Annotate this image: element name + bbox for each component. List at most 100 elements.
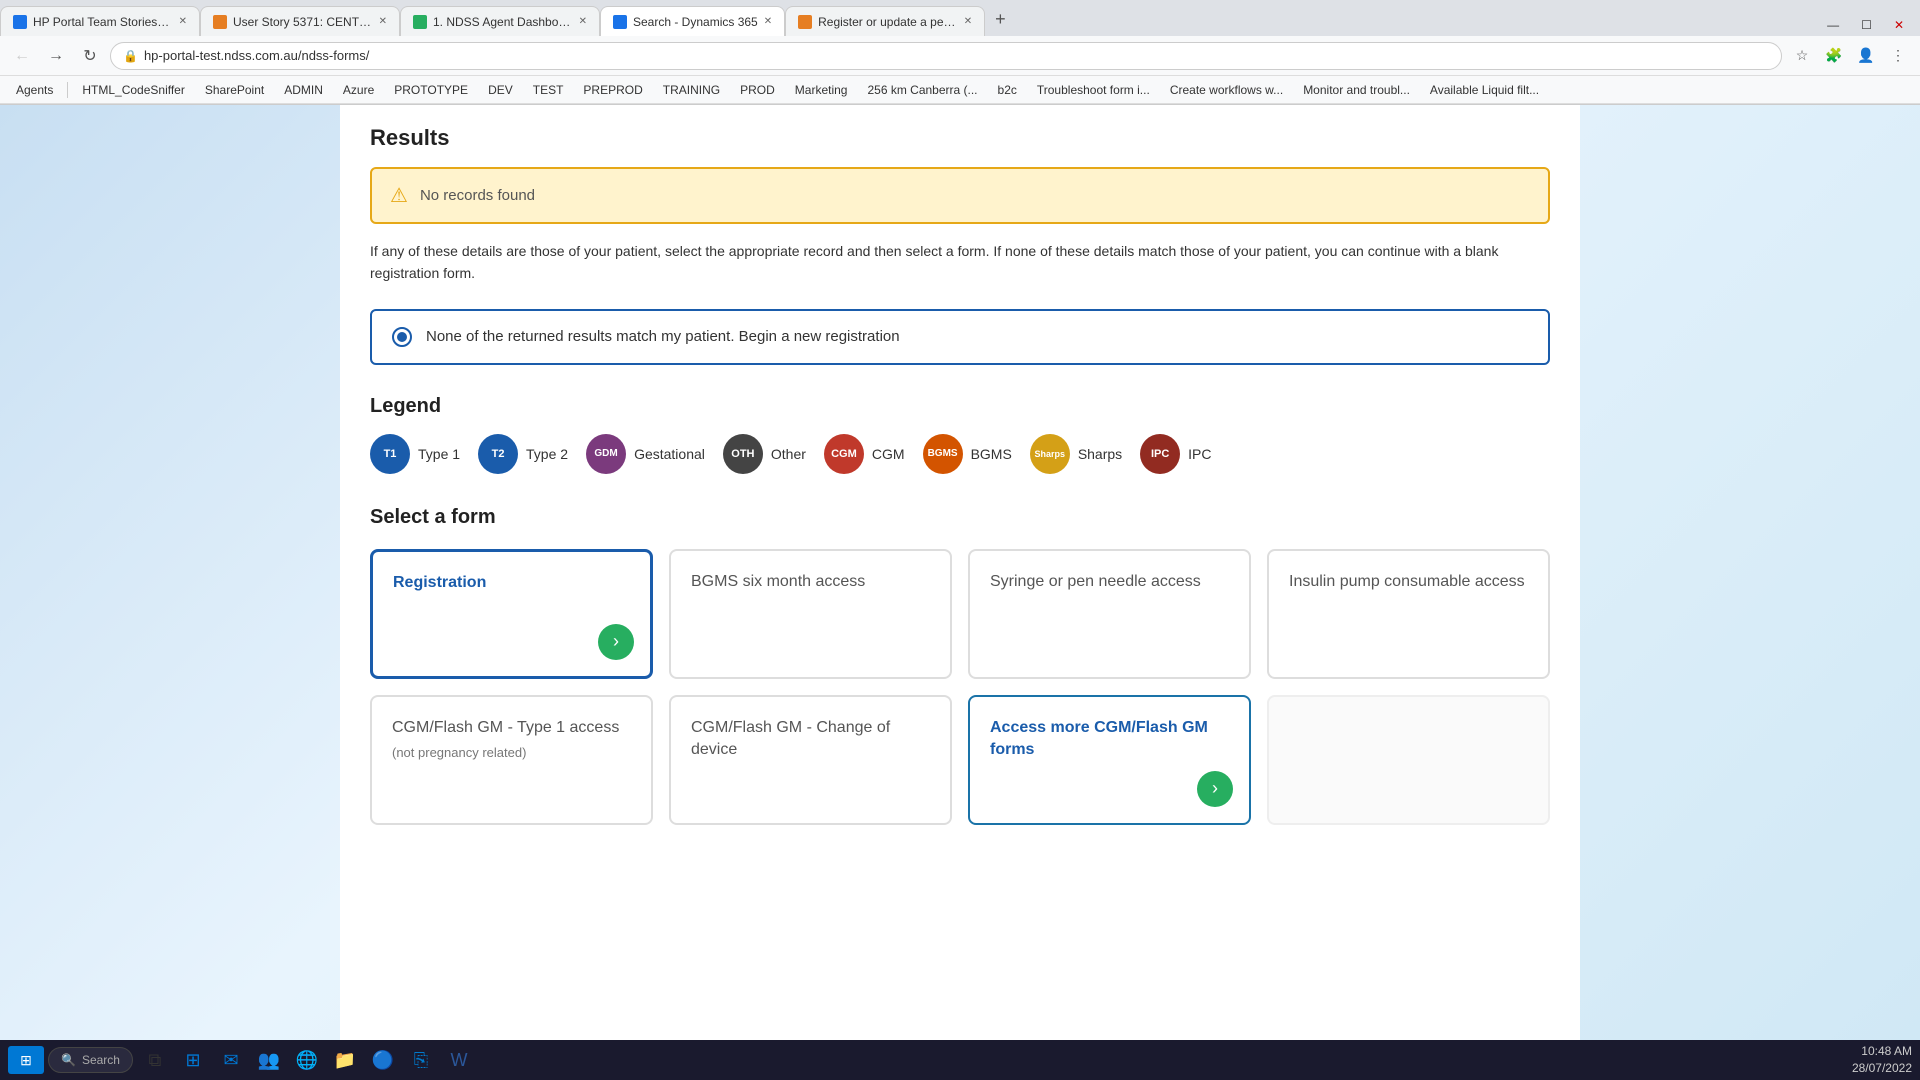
tab-close-3[interactable]: ✕ [579, 16, 587, 27]
taskbar-app-windows[interactable]: ⊞ [175, 1042, 211, 1078]
reload-button[interactable]: ↻ [76, 42, 104, 70]
tab-close-4[interactable]: ✕ [764, 16, 772, 27]
bookmark-troubleshoot[interactable]: Troubleshoot form i... [1029, 81, 1158, 99]
teams-icon: 👥 [258, 1050, 280, 1071]
form-card-insulin[interactable]: Insulin pump consumable access [1267, 549, 1550, 679]
tab-label-3: 1. NDSS Agent Dashboard - Dyn... [433, 15, 573, 29]
taskbar-app-vscode[interactable]: ⎘ [403, 1042, 439, 1078]
taskbar-app-task-view[interactable]: ⧉ [137, 1042, 173, 1078]
form-card-cgm-type1[interactable]: CGM/Flash GM - Type 1 access (not pregna… [370, 695, 653, 825]
start-button[interactable]: ⊞ [8, 1046, 44, 1074]
task-view-icon: ⧉ [149, 1050, 162, 1071]
bookmark-256km[interactable]: 256 km Canberra (... [859, 81, 985, 99]
taskbar-apps: ⧉ ⊞ ✉ 👥 🌐 📁 🔵 ⎘ W [137, 1042, 477, 1078]
explorer-icon: 📁 [334, 1050, 356, 1071]
bookmark-star-button[interactable]: ☆ [1788, 42, 1816, 70]
bookmark-sharepoint[interactable]: SharePoint [197, 81, 272, 99]
form-cards-grid: Registration › BGMS six month access Syr… [370, 549, 1550, 679]
taskbar-app-outlook[interactable]: ✉ [213, 1042, 249, 1078]
bookmark-b2c[interactable]: b2c [990, 81, 1025, 99]
browser-toolbar: ← → ↻ 🔒 hp-portal-test.ndss.com.au/ndss-… [0, 36, 1920, 76]
maximize-button[interactable]: ☐ [1853, 14, 1880, 36]
form-card-registration[interactable]: Registration › [370, 549, 653, 679]
legend-label-ipc: IPC [1188, 446, 1211, 462]
legend-items: T1 Type 1 T2 Type 2 GDM Gestational OTH [370, 434, 1550, 474]
bookmark-admin[interactable]: ADMIN [276, 81, 331, 99]
bookmark-prototype[interactable]: PROTOTYPE [386, 81, 476, 99]
form-card-bgms[interactable]: BGMS six month access [669, 549, 952, 679]
warning-icon: ⚠ [390, 183, 408, 208]
bookmark-liquid[interactable]: Available Liquid filt... [1422, 81, 1547, 99]
tab-close-1[interactable]: ✕ [179, 16, 187, 27]
bookmark-marketing[interactable]: Marketing [787, 81, 856, 99]
taskbar-clock[interactable]: 10:48 AM 28/07/2022 [1852, 1043, 1912, 1077]
close-button[interactable]: ✕ [1886, 14, 1912, 36]
word-icon: W [450, 1050, 467, 1071]
taskbar-app-chrome[interactable]: 🔵 [365, 1042, 401, 1078]
bookmark-training[interactable]: TRAINING [655, 81, 728, 99]
tab-close-5[interactable]: ✕ [964, 16, 972, 27]
legend-item-other: OTH Other [723, 434, 806, 474]
minimize-button[interactable]: — [1819, 14, 1847, 36]
taskbar-app-explorer[interactable]: 📁 [327, 1042, 363, 1078]
tab-close-2[interactable]: ✕ [379, 16, 387, 27]
page-content: Results ⚠ No records found If any of the… [340, 105, 1580, 1055]
taskbar-right: 10:48 AM 28/07/2022 [1852, 1043, 1912, 1077]
tab-favicon-3 [413, 15, 427, 29]
bookmarks-bar: Agents HTML_CodeSniffer SharePoint ADMIN… [0, 76, 1920, 104]
legend-code-ipc: IPC [1151, 448, 1169, 460]
bookmark-preprod[interactable]: PREPROD [575, 81, 650, 99]
tab-ndss-dashboard[interactable]: 1. NDSS Agent Dashboard - Dyn... ✕ [400, 6, 600, 36]
legend-label-type2: Type 2 [526, 446, 568, 462]
bookmark-agents[interactable]: Agents [8, 81, 61, 99]
taskbar-search[interactable]: 🔍 Search [48, 1047, 133, 1073]
legend-label-sharps: Sharps [1078, 446, 1122, 462]
bookmark-monitor[interactable]: Monitor and troubl... [1295, 81, 1418, 99]
bookmark-azure[interactable]: Azure [335, 81, 382, 99]
back-button[interactable]: ← [8, 42, 36, 70]
new-tab-button[interactable]: + [985, 3, 1016, 36]
select-form-heading: Select a form [370, 506, 1550, 529]
taskbar-time-text: 10:48 AM [1852, 1043, 1912, 1060]
taskbar-date-text: 28/07/2022 [1852, 1060, 1912, 1077]
extensions-button[interactable]: 🧩 [1820, 42, 1848, 70]
alert-box: ⚠ No records found [370, 167, 1550, 224]
forward-button[interactable]: → [42, 42, 70, 70]
tab-register-person[interactable]: Register or update a person wit... ✕ [785, 6, 985, 36]
taskbar-app-edge[interactable]: 🌐 [289, 1042, 325, 1078]
legend-code-bgms: BGMS [928, 448, 958, 459]
browser-tabs: HP Portal Team Stories Board - B... ✕ Us… [0, 0, 1920, 36]
taskbar: ⊞ 🔍 Search ⧉ ⊞ ✉ 👥 🌐 📁 🔵 ⎘ W [0, 1040, 1920, 1080]
profile-button[interactable]: 👤 [1852, 42, 1880, 70]
form-card-cgm-change-title: CGM/Flash GM - Change of device [691, 717, 930, 762]
tab-user-story[interactable]: User Story 5371: CENTRAL: Auto... ✕ [200, 6, 400, 36]
menu-button[interactable]: ⋮ [1884, 42, 1912, 70]
form-card-syringe-title: Syringe or pen needle access [990, 571, 1229, 593]
alert-text: No records found [420, 187, 535, 204]
tab-label-4: Search - Dynamics 365 [633, 15, 758, 29]
bookmark-create-workflows[interactable]: Create workflows w... [1162, 81, 1291, 99]
radio-option-new-registration[interactable]: None of the returned results match my pa… [370, 309, 1550, 365]
address-bar[interactable]: 🔒 hp-portal-test.ndss.com.au/ndss-forms/ [110, 42, 1782, 70]
page-background: Results ⚠ No records found If any of the… [0, 105, 1920, 1055]
bookmark-prod[interactable]: PROD [732, 81, 783, 99]
legend-item-sharps: Sharps Sharps [1030, 434, 1122, 474]
form-card-cgm-change[interactable]: CGM/Flash GM - Change of device [669, 695, 952, 825]
bookmark-html-codesniffer[interactable]: HTML_CodeSniffer [74, 81, 193, 99]
tab-stories-board[interactable]: HP Portal Team Stories Board - B... ✕ [0, 6, 200, 36]
form-cards-grid-bottom: CGM/Flash GM - Type 1 access (not pregna… [370, 695, 1550, 825]
tab-label-2: User Story 5371: CENTRAL: Auto... [233, 15, 373, 29]
form-card-cgm-more[interactable]: Access more CGM/Flash GM forms › [968, 695, 1251, 825]
taskbar-app-teams[interactable]: 👥 [251, 1042, 287, 1078]
legend-label-cgm: CGM [872, 446, 905, 462]
tab-search-dynamics[interactable]: Search - Dynamics 365 ✕ [600, 6, 785, 36]
results-heading: Results [370, 125, 1550, 151]
legend-badge-cgm: CGM [824, 434, 864, 474]
legend-code-oth: OTH [731, 448, 754, 460]
registration-arrow: › [598, 624, 634, 660]
form-card-syringe[interactable]: Syringe or pen needle access [968, 549, 1251, 679]
bookmark-dev[interactable]: DEV [480, 81, 521, 99]
taskbar-app-word[interactable]: W [441, 1042, 477, 1078]
radio-button[interactable] [392, 327, 412, 347]
bookmark-test[interactable]: TEST [525, 81, 572, 99]
